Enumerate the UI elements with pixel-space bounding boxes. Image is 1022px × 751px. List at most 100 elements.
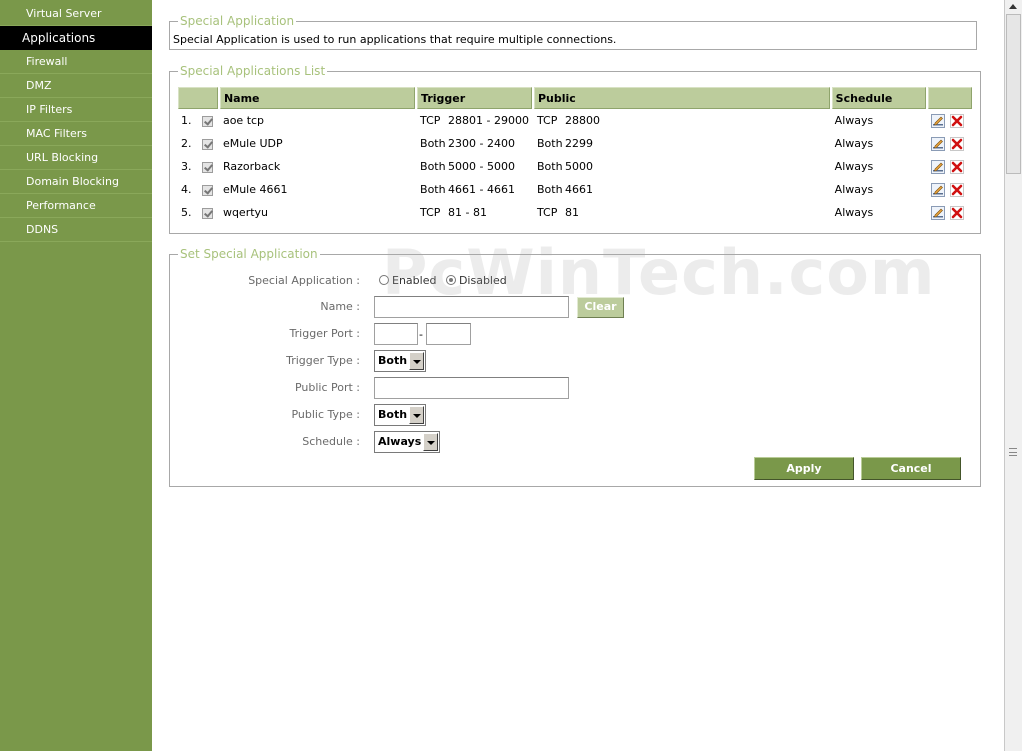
trigger-port-end-input[interactable]: [426, 323, 471, 345]
pencil-edit-icon[interactable]: [930, 136, 945, 151]
red-x-delete-icon[interactable]: [949, 159, 964, 174]
set-application-section: Set Special Application Special Applicat…: [169, 247, 981, 487]
red-x-delete-icon[interactable]: [949, 113, 964, 128]
table-row: 1. aoe tcp TCP 28801 - 29000 TCP 28800 Always: [178, 109, 972, 132]
public-type: TCP: [536, 206, 558, 219]
table-header-row: Name Trigger Public Schedule: [178, 87, 972, 109]
checked-checkbox-icon[interactable]: [202, 207, 213, 219]
apply-button[interactable]: Apply: [754, 457, 854, 480]
trigger-type-label: Trigger Type :: [286, 354, 360, 367]
row-index: 1.: [181, 114, 192, 127]
applications-table: Name Trigger Public Schedule 1. aoe tcp T…: [176, 87, 974, 224]
list-legend: Special Applications List: [178, 64, 328, 78]
schedule-cell: Always: [834, 114, 874, 127]
schedule-select[interactable]: Always: [374, 431, 440, 453]
scrollbar-thumb[interactable]: [1006, 14, 1021, 174]
schedule-cell: Always: [834, 137, 874, 150]
checked-checkbox-icon[interactable]: [202, 115, 213, 127]
chevron-down-icon[interactable]: [409, 352, 424, 370]
trigger-cell: Both 2300 - 2400: [417, 132, 532, 155]
pencil-edit-icon[interactable]: [930, 182, 945, 197]
sidebar-item-mac-filters[interactable]: MAC Filters: [0, 122, 152, 146]
public-port: 28800: [564, 114, 600, 127]
sidebar-item-applications[interactable]: Applications: [0, 26, 152, 50]
public-port: 81: [564, 206, 579, 219]
intro-section: Special Application Special Application …: [169, 14, 977, 50]
sidebar-item-performance[interactable]: Performance: [0, 194, 152, 218]
row-index: 2.: [181, 137, 192, 150]
sidebar-item-dmz[interactable]: DMZ: [0, 74, 152, 98]
row-trigger-type: Trigger Type : Both: [170, 350, 980, 374]
intro-legend: Special Application: [178, 14, 297, 28]
sidebar-nav: Virtual Server Applications Firewall DMZ…: [0, 0, 152, 751]
pencil-edit-icon[interactable]: [930, 205, 945, 220]
public-port: 2299: [564, 137, 593, 150]
table-row: 3. Razorback Both 5000 - 5000 Both 5000 Alway…: [178, 155, 972, 178]
trigger-port-label: Trigger Port :: [289, 327, 360, 340]
sidebar-item-url-blocking[interactable]: URL Blocking: [0, 146, 152, 170]
trigger-type: TCP: [420, 206, 441, 219]
pencil-edit-icon[interactable]: [930, 159, 945, 174]
enabled-radio[interactable]: [379, 275, 389, 285]
sidebar-item-ddns[interactable]: DDNS: [0, 218, 152, 242]
trigger-port-separator: -: [419, 328, 423, 341]
table-row: 2. eMule UDP Both 2300 - 2400 Both 2299 Alway…: [178, 132, 972, 155]
sidebar-item-firewall[interactable]: Firewall: [0, 50, 152, 74]
public-type-value: Both: [378, 408, 408, 421]
trigger-cell: Both 4661 - 4661: [417, 178, 532, 201]
checked-checkbox-icon[interactable]: [202, 138, 213, 150]
checked-checkbox-icon[interactable]: [202, 161, 213, 173]
public-type: TCP: [536, 114, 558, 127]
vertical-scrollbar[interactable]: [1004, 0, 1022, 751]
trigger-port-start-input[interactable]: [374, 323, 418, 345]
trigger-range: 5000 - 5000: [448, 160, 515, 173]
header-blank: [178, 87, 218, 109]
trigger-type-value: Both: [378, 354, 408, 367]
row-index-cell: 1.: [178, 109, 218, 132]
trigger-type-select[interactable]: Both: [374, 350, 426, 372]
schedule-label: Schedule :: [302, 435, 360, 448]
row-index: 5.: [181, 206, 192, 219]
public-type: Both: [536, 160, 563, 173]
sidebar-item-domain-blocking[interactable]: Domain Blocking: [0, 170, 152, 194]
public-type-select[interactable]: Both: [374, 404, 426, 426]
schedule-cell: Always: [834, 160, 874, 173]
chevron-down-icon[interactable]: [423, 433, 438, 451]
row-index-cell: 5.: [178, 201, 218, 224]
sidebar-item-ip-filters[interactable]: IP Filters: [0, 98, 152, 122]
clear-button[interactable]: Clear: [577, 297, 624, 318]
trigger-range: 81 - 81: [448, 206, 487, 219]
name-input[interactable]: [374, 296, 569, 318]
scrollbar-grip-icon: [1009, 448, 1017, 456]
header-trigger: Trigger: [417, 87, 532, 109]
sidebar-item-virtual-server[interactable]: Virtual Server: [0, 0, 152, 26]
scroll-up-arrow-icon[interactable]: [1009, 4, 1017, 9]
header-actions: [927, 87, 972, 109]
name-cell: eMule UDP: [222, 137, 283, 150]
table-row: 4. eMule 4661 Both 4661 - 4661 Both 4661 Alwa…: [178, 178, 972, 201]
row-index-cell: 3.: [178, 155, 218, 178]
header-schedule: Schedule: [831, 87, 926, 109]
public-port: 4661: [564, 183, 593, 196]
disabled-radio[interactable]: [445, 275, 456, 285]
checked-checkbox-icon[interactable]: [202, 184, 213, 196]
red-x-delete-icon[interactable]: [949, 205, 964, 220]
trigger-range: 28801 - 29000: [448, 114, 529, 127]
name-cell: eMule 4661: [222, 183, 288, 196]
cancel-button[interactable]: Cancel: [861, 457, 961, 480]
red-x-delete-icon[interactable]: [949, 136, 964, 151]
schedule-cell: Always: [834, 206, 874, 219]
chevron-down-icon[interactable]: [409, 406, 424, 424]
header-public: Public: [533, 87, 830, 109]
public-port-input[interactable]: [374, 377, 569, 399]
actions-cell: [928, 109, 972, 132]
public-cell: Both 5000: [534, 155, 830, 178]
pencil-edit-icon[interactable]: [930, 113, 945, 128]
row-name: Name : Clear: [170, 296, 980, 320]
special-application-label: Special Application :: [248, 274, 360, 287]
actions-cell: [928, 201, 972, 224]
red-x-delete-icon[interactable]: [949, 182, 964, 197]
form-legend: Set Special Application: [178, 247, 320, 261]
public-cell: TCP 28800: [534, 109, 830, 132]
row-public-type: Public Type : Both: [170, 404, 980, 428]
